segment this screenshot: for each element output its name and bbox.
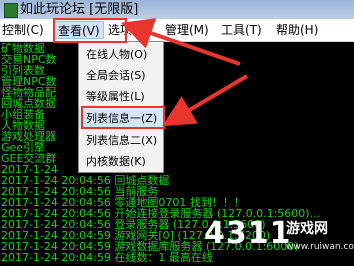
site-watermark: 4311 游戏网 www.ruiwan.com xyxy=(204,214,354,260)
watermark-url: www.ruiwan.com xyxy=(286,242,354,252)
arrow-to-view-menu xyxy=(120,18,241,66)
watermark-title: 游戏网 xyxy=(286,221,328,237)
arrow-to-list-info xyxy=(162,74,249,127)
watermark-logo: 4311 xyxy=(204,216,292,251)
